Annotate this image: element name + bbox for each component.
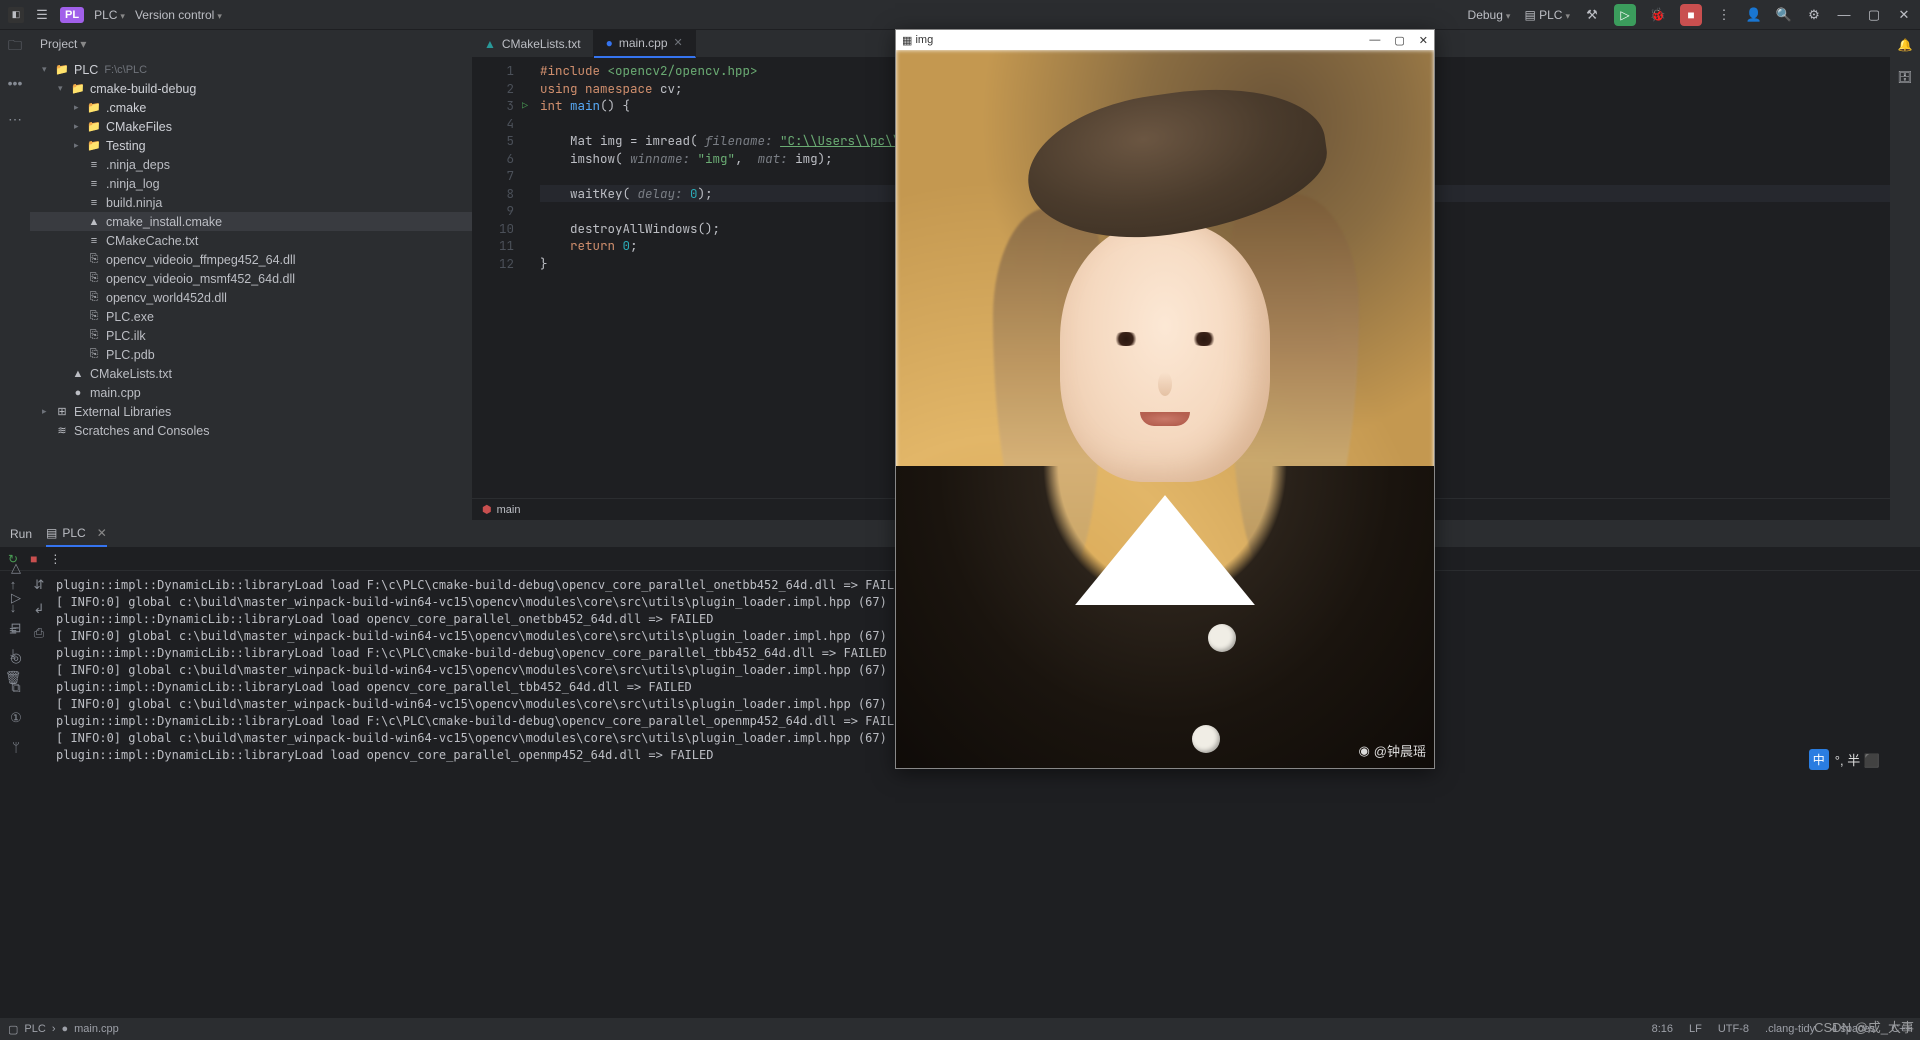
stop-button[interactable]: ■ — [1680, 4, 1702, 26]
sb-caret-pos[interactable]: 8:16 — [1652, 1023, 1673, 1035]
run-sub-icons: ⇵ ↲ ⎙ — [26, 571, 52, 778]
debug-dropdown[interactable]: Debug — [1468, 8, 1511, 22]
sb-linter[interactable]: .clang-tidy — [1765, 1023, 1815, 1035]
opencv-image: ◉ @钟晨瑶 — [896, 50, 1434, 768]
structure-tool-icon[interactable]: ••• — [6, 74, 24, 92]
project-badge: PL — [60, 7, 84, 23]
sb-file-icon: ● — [61, 1023, 68, 1035]
debug-icon[interactable]: 🐞 — [1650, 7, 1666, 23]
sb-crumb-file[interactable]: main.cpp — [74, 1023, 119, 1035]
run-more-icon[interactable]: ⋮ — [49, 552, 61, 566]
minimize-icon[interactable]: ― — [1836, 7, 1852, 23]
tree-item[interactable]: ▲CMakeLists.txt — [30, 364, 472, 383]
project-panel: Project ▾ ▾📁PLCF:\c\PLC▾📁cmake-build-deb… — [30, 30, 472, 520]
sb-encoding[interactable]: UTF-8 — [1718, 1023, 1749, 1035]
gutter: 123456789101112 — [472, 58, 522, 498]
settings-icon[interactable]: ⚙ — [1806, 7, 1822, 23]
opencv-window-titlebar[interactable]: ▦ img ― ▢ ✕ — [896, 30, 1434, 50]
filter-icon[interactable]: ⇵ — [34, 577, 45, 593]
csdn-watermark: CSDN @成_大事 — [1814, 1017, 1914, 1036]
runconfig-dropdown[interactable]: ▤ PLC — [1524, 8, 1570, 22]
wrap-icon[interactable]: ↲ — [34, 601, 45, 617]
run-config-tab[interactable]: ▤ PLC ✕ — [46, 521, 107, 547]
tree-item[interactable]: ▸📁CMakeFiles — [30, 117, 472, 136]
window-icon: ▦ — [902, 34, 912, 47]
window-title: img — [915, 34, 933, 46]
build-icon[interactable]: ⚒ — [1584, 7, 1600, 23]
print-icon[interactable]: ⎙ — [34, 625, 44, 641]
left-toolbar: 🗀 ••• ⋯ — [0, 30, 30, 520]
more-icon[interactable]: ⋮ — [1716, 7, 1732, 23]
editor-tab[interactable]: ▲CMakeLists.txt — [472, 30, 594, 58]
tree-item[interactable]: ≡build.ninja — [30, 193, 472, 212]
git-icon[interactable]: ᛘ — [12, 740, 20, 755]
tree-item[interactable]: ≋Scratches and Consoles — [30, 421, 472, 440]
vcs-dropdown[interactable]: Version control — [135, 8, 222, 22]
left-bottom-icons: △ ▷ ⊟ ◎ ⧉ ① ᛘ — [3, 560, 29, 755]
statusbar: ▢ PLC › ● main.cpp 8:16 LF UTF-8 .clang-… — [0, 1018, 1920, 1040]
codewithme-icon[interactable]: 👤 — [1746, 7, 1762, 23]
maximize-icon[interactable]: ▢ — [1866, 7, 1882, 23]
editor-tab[interactable]: ●main.cpp✕ — [594, 30, 696, 58]
func-icon: ⬢ — [482, 503, 492, 516]
titlebar: ◧ ☰ PL PLC Version control Debug ▤ PLC ⚒… — [0, 0, 1920, 30]
tree-item[interactable]: ▸📁.cmake — [30, 98, 472, 117]
right-toolbar: 🔔 🗄 — [1890, 30, 1920, 520]
tree-item[interactable]: ▸📁Testing — [30, 136, 472, 155]
tree-item[interactable]: ●main.cpp — [30, 383, 472, 402]
cmake-icon[interactable]: △ — [11, 560, 21, 576]
ime-indicator: 中°, 半 ⬛ — [1809, 749, 1880, 770]
run-tab[interactable]: Run — [10, 521, 32, 547]
tree-item[interactable]: ⎘opencv_world452d.dll — [30, 288, 472, 307]
notifications-icon[interactable]: 🔔 — [1898, 38, 1913, 52]
tree-item[interactable]: ≡.ninja_deps — [30, 155, 472, 174]
services-icon[interactable]: ⊟ — [11, 620, 22, 636]
win-close-icon[interactable]: ✕ — [1419, 34, 1428, 47]
tree-item[interactable]: ⎘opencv_videoio_msmf452_64d.dll — [30, 269, 472, 288]
close-icon[interactable]: ✕ — [1896, 7, 1912, 23]
opencv-window[interactable]: ▦ img ― ▢ ✕ ◉ @钟晨瑶 — [895, 29, 1435, 769]
tree-item[interactable]: ≡.ninja_log — [30, 174, 472, 193]
tree-item[interactable]: ⎘PLC.pdb — [30, 345, 472, 364]
tree-item[interactable]: ▾📁cmake-build-debug — [30, 79, 472, 98]
tree-item[interactable]: ⎘opencv_videoio_ffmpeg452_64.dll — [30, 250, 472, 269]
tree-item[interactable]: ▾📁PLCF:\c\PLC — [30, 60, 472, 79]
problems-icon[interactable]: ① — [10, 710, 22, 726]
sb-eol[interactable]: LF — [1689, 1023, 1702, 1035]
debug-tool-icon[interactable]: ▷ — [11, 590, 21, 606]
run-button[interactable]: ▷ — [1614, 4, 1636, 26]
stop-run-icon[interactable]: ■ — [30, 552, 37, 566]
terminal-icon[interactable]: ⧉ — [11, 680, 20, 696]
project-tool-icon[interactable]: 🗀 — [6, 38, 24, 56]
search-icon[interactable]: 🔍 — [1776, 7, 1792, 23]
project-panel-header[interactable]: Project ▾ — [30, 30, 472, 58]
gutter-icons: ▷ — [522, 58, 540, 498]
tree-item[interactable]: ⎘PLC.exe — [30, 307, 472, 326]
breakpoints-icon[interactable]: ◎ — [10, 650, 21, 666]
app-menu-icon[interactable]: ◧ — [8, 7, 24, 23]
tree-item[interactable]: ⎘PLC.ilk — [30, 326, 472, 345]
more-tool-icon[interactable]: ⋯ — [6, 110, 24, 128]
project-dropdown[interactable]: PLC — [94, 8, 125, 22]
tree-item[interactable]: ▸⊞External Libraries — [30, 402, 472, 421]
tree-item[interactable]: ▲cmake_install.cmake — [30, 212, 472, 231]
sb-cmake-icon[interactable]: ▢ — [8, 1023, 18, 1036]
database-icon[interactable]: 🗄 — [1897, 70, 1912, 84]
win-maximize-icon[interactable]: ▢ — [1394, 34, 1404, 47]
project-tree[interactable]: ▾📁PLCF:\c\PLC▾📁cmake-build-debug▸📁.cmake… — [30, 58, 472, 520]
tree-item[interactable]: ≡CMakeCache.txt — [30, 231, 472, 250]
win-minimize-icon[interactable]: ― — [1369, 34, 1380, 47]
hamburger-icon[interactable]: ☰ — [34, 7, 50, 23]
weibo-watermark: ◉ @钟晨瑶 — [1358, 741, 1426, 760]
sb-crumb-project[interactable]: PLC — [24, 1023, 45, 1035]
